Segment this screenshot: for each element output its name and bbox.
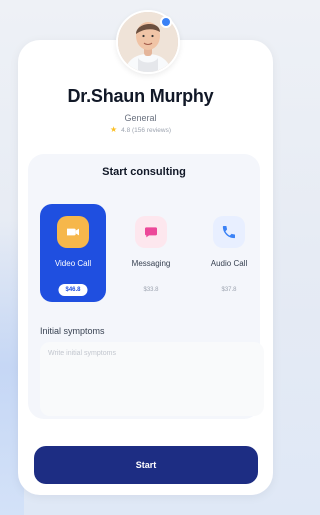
mode-label-video: Video Call <box>54 259 92 268</box>
online-status-dot <box>160 16 172 28</box>
panel-title: Start consulting <box>102 166 186 178</box>
mode-price-audio: $37.8 <box>221 287 237 293</box>
rating-text: 4.8 (156 reviews) <box>121 126 172 134</box>
star-icon: ★ <box>109 125 118 134</box>
message-icon-bg <box>135 216 167 248</box>
mode-audio-call[interactable]: Audio Call $37.8 <box>196 204 262 302</box>
video-icon-bg <box>57 216 89 248</box>
phone-icon-bg <box>213 216 245 248</box>
doctor-name: Dr.Shaun Murphy <box>67 86 214 106</box>
video-icon <box>67 228 79 236</box>
mode-label-audio: Audio Call <box>210 259 248 268</box>
doctor-rating: ★ 4.8 (156 reviews) <box>0 126 281 134</box>
symptoms-input[interactable] <box>40 342 264 416</box>
mode-price-video: $46.8 <box>58 284 88 296</box>
mode-video-call[interactable]: Video Call $46.8 <box>40 204 106 302</box>
consulting-panel: Start consulting Video Call $46.8 Messag… <box>28 154 264 419</box>
mode-price-messaging: $33.8 <box>143 287 159 293</box>
doctor-specialty: General <box>124 113 157 123</box>
phone-icon <box>222 226 235 239</box>
mode-messaging[interactable]: Messaging $33.8 <box>118 204 184 302</box>
symptoms-label: Initial symptoms <box>40 326 105 336</box>
start-button[interactable]: Start <box>34 446 258 484</box>
message-icon <box>145 227 157 238</box>
mode-label-messaging: Messaging <box>131 259 171 268</box>
